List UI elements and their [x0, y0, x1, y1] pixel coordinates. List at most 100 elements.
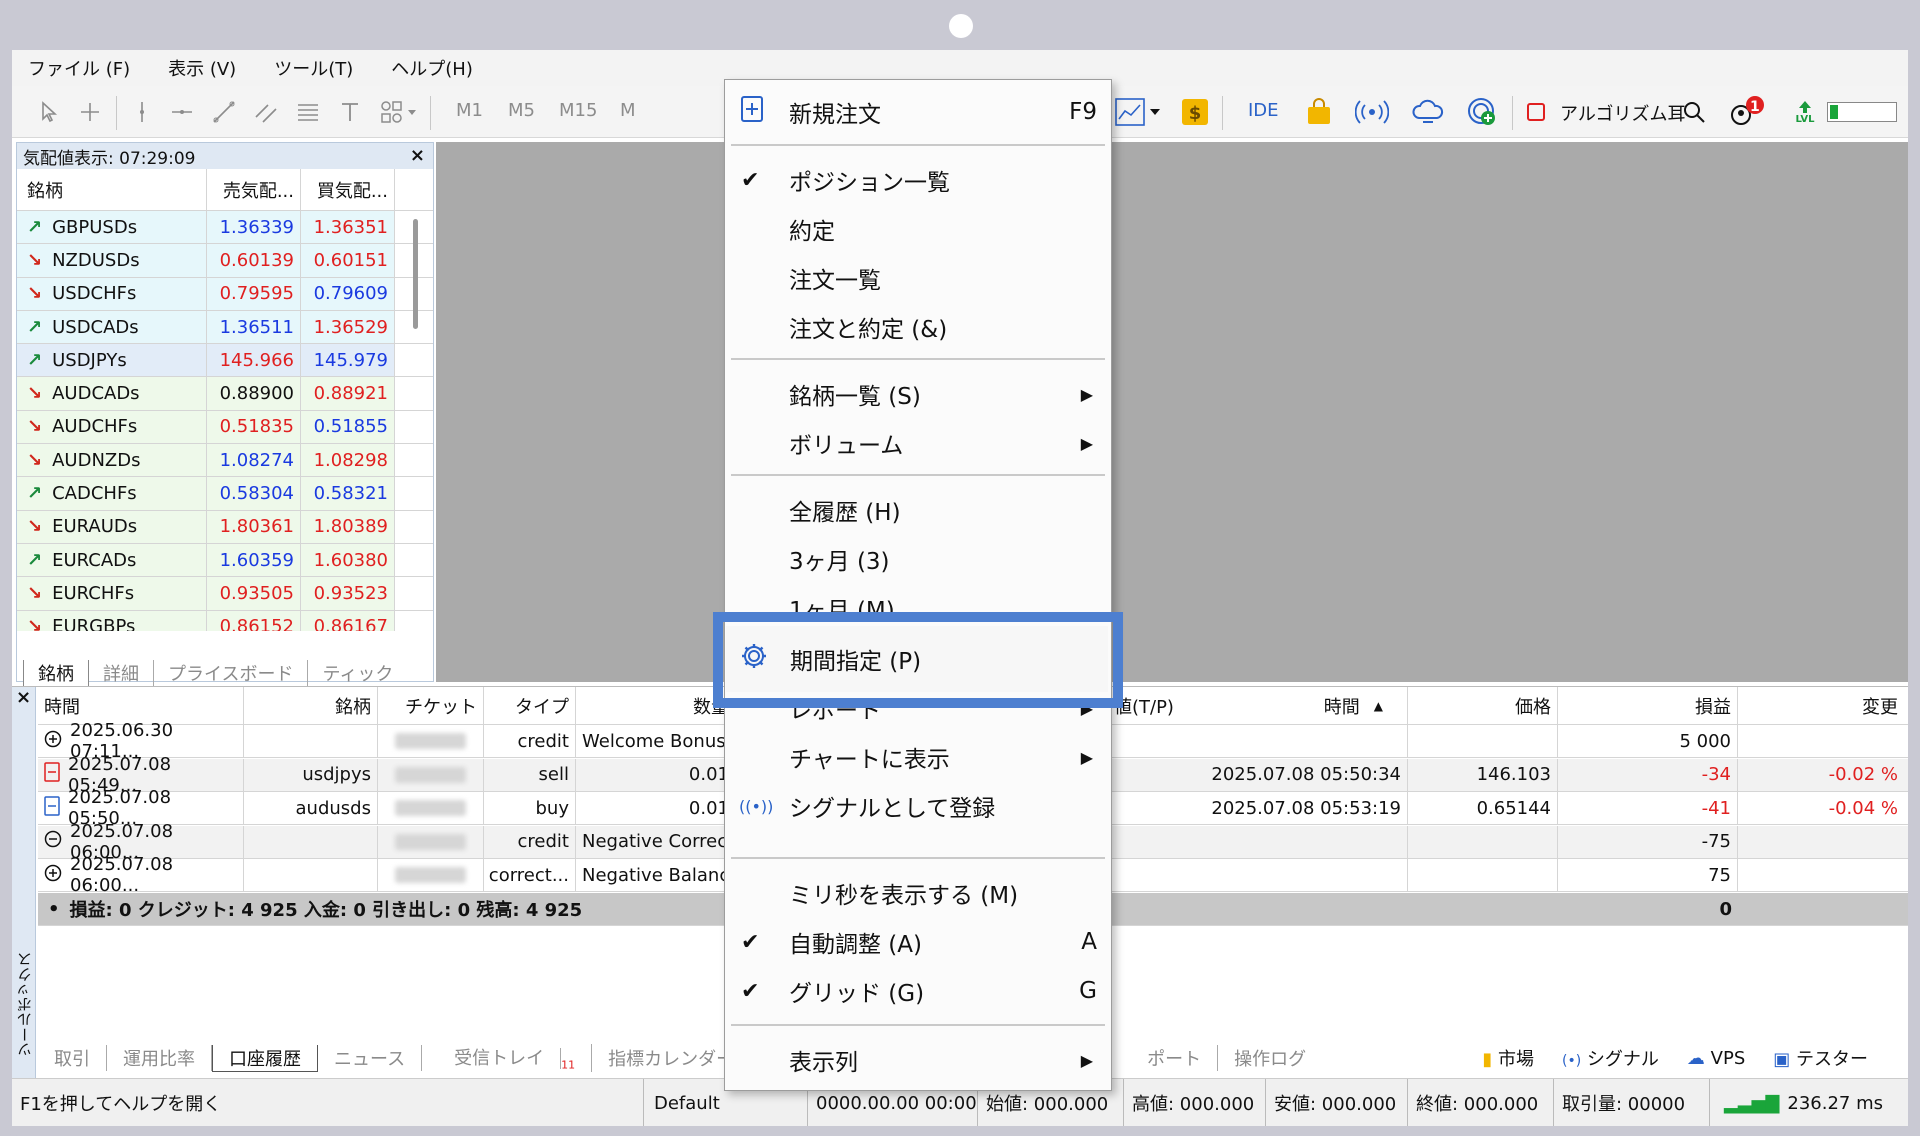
tab-mailbox[interactable]: 受信トレイ 11: [422, 1044, 593, 1072]
menu-orders-deals[interactable]: 注文と約定 (&): [725, 303, 1111, 351]
menu-view[interactable]: 表示 (V): [168, 55, 236, 81]
tab-details[interactable]: 詳細: [89, 660, 154, 686]
col-type[interactable]: タイプ: [484, 687, 576, 724]
dollar-icon[interactable]: $: [1178, 94, 1212, 130]
list-item[interactable]: ↘ EURGBPs 0.86152 0.86167: [17, 610, 433, 631]
menu-register-signal[interactable]: ((•)) シグナルとして登録: [725, 782, 1111, 830]
ide-button[interactable]: IDE: [1248, 100, 1279, 121]
col-close-time[interactable]: 時間 ▲: [1188, 687, 1408, 724]
col-ticket[interactable]: チケット: [378, 687, 484, 724]
menu-all-history[interactable]: 全履歴 (H): [725, 486, 1111, 534]
tab-symbols[interactable]: 銘柄: [23, 659, 89, 687]
vps-link[interactable]: ☁ VPS: [1687, 1048, 1745, 1069]
col-time[interactable]: 時間: [38, 687, 244, 724]
menu-volume[interactable]: ボリューム ▶: [725, 419, 1111, 467]
menu-custom-period[interactable]: 期間指定 (P): [726, 635, 1108, 683]
list-item[interactable]: ↗ EURCADs 1.60359 1.60380: [17, 543, 433, 578]
fibonacci-icon[interactable]: [292, 94, 324, 130]
change-cell: [1738, 859, 1904, 891]
menu-symbols[interactable]: 銘柄一覧 (S) ▶: [725, 370, 1111, 418]
lvl-icon[interactable]: LVL: [1790, 94, 1820, 130]
col-change[interactable]: 変更: [1738, 687, 1904, 724]
col-volume[interactable]: 数量: [576, 687, 736, 724]
volume-cell: 0.01: [576, 758, 736, 791]
cloud-icon: ☁: [1686, 1047, 1705, 1069]
list-item[interactable]: ↗ GBPUSDs 1.36339 1.36351: [17, 211, 433, 245]
list-item[interactable]: ↘ USDCHFs 0.79595 0.79609: [17, 277, 433, 311]
menu-three-months[interactable]: 3ヶ月 (3): [725, 535, 1111, 583]
list-item[interactable]: ↗ CADCHFs 0.58304 0.58321: [17, 477, 433, 511]
vertical-line-icon[interactable]: [126, 94, 158, 130]
timeframe-m15[interactable]: M15: [559, 100, 597, 121]
chart-type-icon[interactable]: [1112, 94, 1166, 130]
menu-file[interactable]: ファイル (F): [28, 55, 130, 81]
list-item[interactable]: ↘ AUDCADs 0.88900 0.88921: [17, 377, 433, 411]
list-item[interactable]: ↘ NZDUSDs 0.60139 0.60151: [17, 244, 433, 278]
timeframe-more[interactable]: M: [620, 100, 636, 121]
tab-news[interactable]: ニュース: [318, 1045, 423, 1071]
signals-link[interactable]: (•) シグナル: [1562, 1045, 1659, 1071]
radar-add-icon[interactable]: [1462, 94, 1502, 130]
menu-positions[interactable]: ✔ ポジション一覧: [725, 156, 1111, 204]
scrollbar-thumb[interactable]: [413, 219, 418, 329]
tab-history[interactable]: 口座履歴: [212, 1044, 318, 1072]
market-link[interactable]: ▮ 市場: [1482, 1045, 1534, 1071]
tester-link[interactable]: ▣ テスター: [1773, 1045, 1868, 1071]
col-bid[interactable]: 売気配...: [207, 168, 301, 211]
algo-trading-button[interactable]: アルゴリズム耳: [1560, 100, 1685, 126]
col-symbol[interactable]: 銘柄: [17, 168, 207, 211]
signals-icon[interactable]: [1352, 94, 1392, 130]
col-price[interactable]: 価格: [1408, 687, 1558, 724]
col-ask[interactable]: 買気配...: [301, 168, 395, 211]
menu-columns[interactable]: 表示列 ▶: [725, 1036, 1111, 1084]
trendline-icon[interactable]: [208, 94, 240, 130]
channel-icon[interactable]: [250, 94, 282, 130]
type-cell: buy: [484, 792, 576, 824]
list-item[interactable]: ↘ AUDNZDs 1.08274 1.08298: [17, 444, 433, 478]
tab-price-board[interactable]: プライスボード: [154, 660, 309, 686]
symbol-cell: ↘ EURGBPs: [17, 610, 207, 631]
market-bag-icon[interactable]: [1302, 94, 1336, 130]
timeframe-m1[interactable]: M1: [456, 100, 483, 121]
chart-area[interactable]: [436, 142, 1908, 682]
symbol-cell: ↘ AUDCHFs: [17, 410, 207, 444]
list-item[interactable]: ↗ USDCADs 1.36511 1.36529: [17, 310, 433, 345]
search-icon[interactable]: [1678, 94, 1710, 130]
cursor-icon[interactable]: [34, 94, 66, 130]
menu-help[interactable]: ヘルプ(H): [391, 55, 473, 81]
list-item[interactable]: ↗ USDJPYs 145.966 145.979: [17, 344, 433, 378]
menu-orders[interactable]: 注文一覧: [725, 254, 1111, 302]
list-item[interactable]: ↘ EURAUDs 1.80361 1.80389: [17, 510, 433, 544]
menu-new-order[interactable]: 新規注文 F9: [725, 88, 1111, 136]
horizontal-line-icon[interactable]: [166, 94, 198, 130]
algo-trading-icon[interactable]: [1524, 94, 1548, 130]
menu-tools[interactable]: ツール(T): [274, 55, 353, 81]
vps-cloud-icon[interactable]: [1408, 94, 1448, 130]
tab-journal[interactable]: 操作ログ: [1218, 1045, 1322, 1071]
text-icon[interactable]: [334, 94, 366, 130]
tab-ticks[interactable]: ティック: [308, 660, 407, 686]
tab-trade[interactable]: 取引: [38, 1045, 107, 1071]
signal-strength-icon: ▂▃▅▇: [1724, 1092, 1780, 1114]
col-profit[interactable]: 損益: [1558, 687, 1738, 724]
list-item[interactable]: ↘ AUDCHFs 0.51835 0.51855: [17, 410, 433, 445]
crosshair-icon[interactable]: [74, 94, 106, 130]
menu-deals[interactable]: 約定: [725, 205, 1111, 253]
shapes-icon[interactable]: [374, 94, 422, 130]
col-symbol[interactable]: 銘柄: [244, 687, 378, 724]
menu-auto-arrange[interactable]: ✔ 自動調整 (A) A: [725, 918, 1111, 966]
timeframe-m5[interactable]: M5: [508, 100, 535, 121]
tab-report[interactable]: ポート: [1131, 1045, 1219, 1071]
list-item[interactable]: ↘ EURCHFs 0.93505 0.93523: [17, 577, 433, 611]
close-icon[interactable]: ×: [16, 687, 31, 708]
status-ping[interactable]: ▂▃▅▇ 236.27 ms: [1710, 1079, 1908, 1126]
tab-exposure[interactable]: 運用比率: [107, 1045, 212, 1071]
menu-grid[interactable]: ✔ グリッド (G) G: [725, 967, 1111, 1015]
menu-show-on-chart[interactable]: チャートに表示 ▶: [725, 733, 1111, 781]
notifications-icon[interactable]: 1: [1726, 94, 1772, 130]
ask-cell: 0.88921: [301, 377, 395, 410]
ask-cell: 0.86167: [301, 610, 395, 631]
menu-show-ms[interactable]: ミリ秒を表示する (M): [725, 869, 1111, 917]
close-icon[interactable]: ×: [410, 145, 425, 166]
symbol-cell: ↗ EURCADs: [17, 543, 207, 577]
